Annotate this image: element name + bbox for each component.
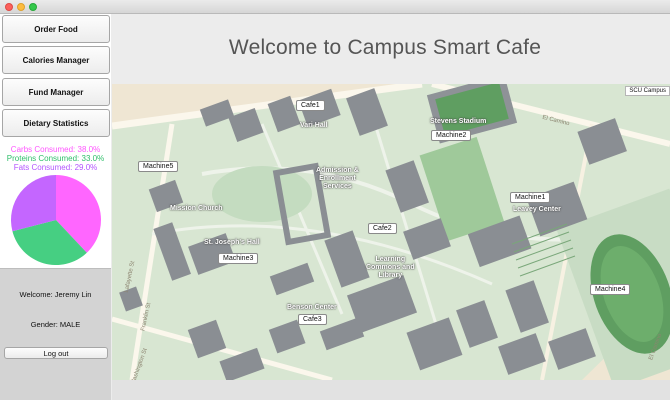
app-window: Order Food Calories Manager Fund Manager… [0, 0, 670, 400]
campus-map[interactable]: SCU Campus El Camino Lafayette St Frankl… [112, 84, 670, 380]
close-window-button[interactable] [5, 3, 13, 11]
calories-manager-button[interactable]: Calories Manager [2, 46, 110, 74]
title-bar [0, 0, 670, 14]
machine3-marker[interactable]: Machine3 [218, 253, 259, 264]
map-label-st-josephs-hall: St. Joseph's Hall [204, 239, 260, 246]
sidebar: Order Food Calories Manager Fund Manager… [0, 14, 111, 400]
map-label-admission: Admission & Enrollment Services [316, 167, 359, 190]
machine1-marker[interactable]: Machine1 [510, 192, 551, 203]
logout-button[interactable]: Log out [4, 347, 108, 359]
map-campus-tag: SCU Campus [625, 86, 670, 96]
sidebar-menu-panel: Order Food Calories Manager Fund Manager… [0, 14, 111, 268]
map-label-benson-center: Benson Center [287, 304, 337, 311]
main-content: Welcome to Campus Smart Cafe SCU Campus … [112, 14, 670, 400]
minimize-window-button[interactable] [17, 3, 25, 11]
map-label-mission-church: Mission Church [170, 205, 223, 212]
page-title: Welcome to Campus Smart Cafe [228, 36, 542, 59]
proteins-stat-label: Proteins Consumed: 33.0% [6, 154, 105, 163]
fund-manager-button[interactable]: Fund Manager [2, 78, 110, 106]
machine5-marker[interactable]: Machine5 [138, 161, 179, 172]
map-footer-strip [112, 380, 670, 400]
cafe1-marker[interactable]: Cafe1 [296, 100, 325, 111]
map-label-vari-hall: Vari Hall [300, 122, 328, 129]
machine4-marker[interactable]: Machine4 [590, 284, 631, 295]
macronutrient-pie-chart [10, 175, 101, 265]
user-panel: Welcome: Jeremy Lin Gender: MALE [0, 268, 111, 400]
cafe3-marker[interactable]: Cafe3 [298, 314, 327, 325]
map-label-stevens-stadium: Stevens Stadium [430, 118, 487, 125]
fats-stat-label: Fats Consumed: 29.0% [13, 163, 98, 172]
map-label-learning-commons: Learning Commons and Library [366, 256, 415, 279]
gender-label: Gender: MALE [30, 320, 81, 329]
carbs-stat-label: Carbs Consumed: 38.0% [10, 145, 101, 154]
machine2-marker[interactable]: Machine2 [431, 130, 472, 141]
zoom-window-button[interactable] [29, 3, 37, 11]
cafe2-marker[interactable]: Cafe2 [368, 223, 397, 234]
order-food-button[interactable]: Order Food [2, 15, 110, 43]
dietary-statistics-button[interactable]: Dietary Statistics [2, 109, 110, 137]
map-label-leavey-center: Leavey Center [513, 206, 561, 213]
welcome-user-label: Welcome: Jeremy Lin [19, 290, 92, 299]
